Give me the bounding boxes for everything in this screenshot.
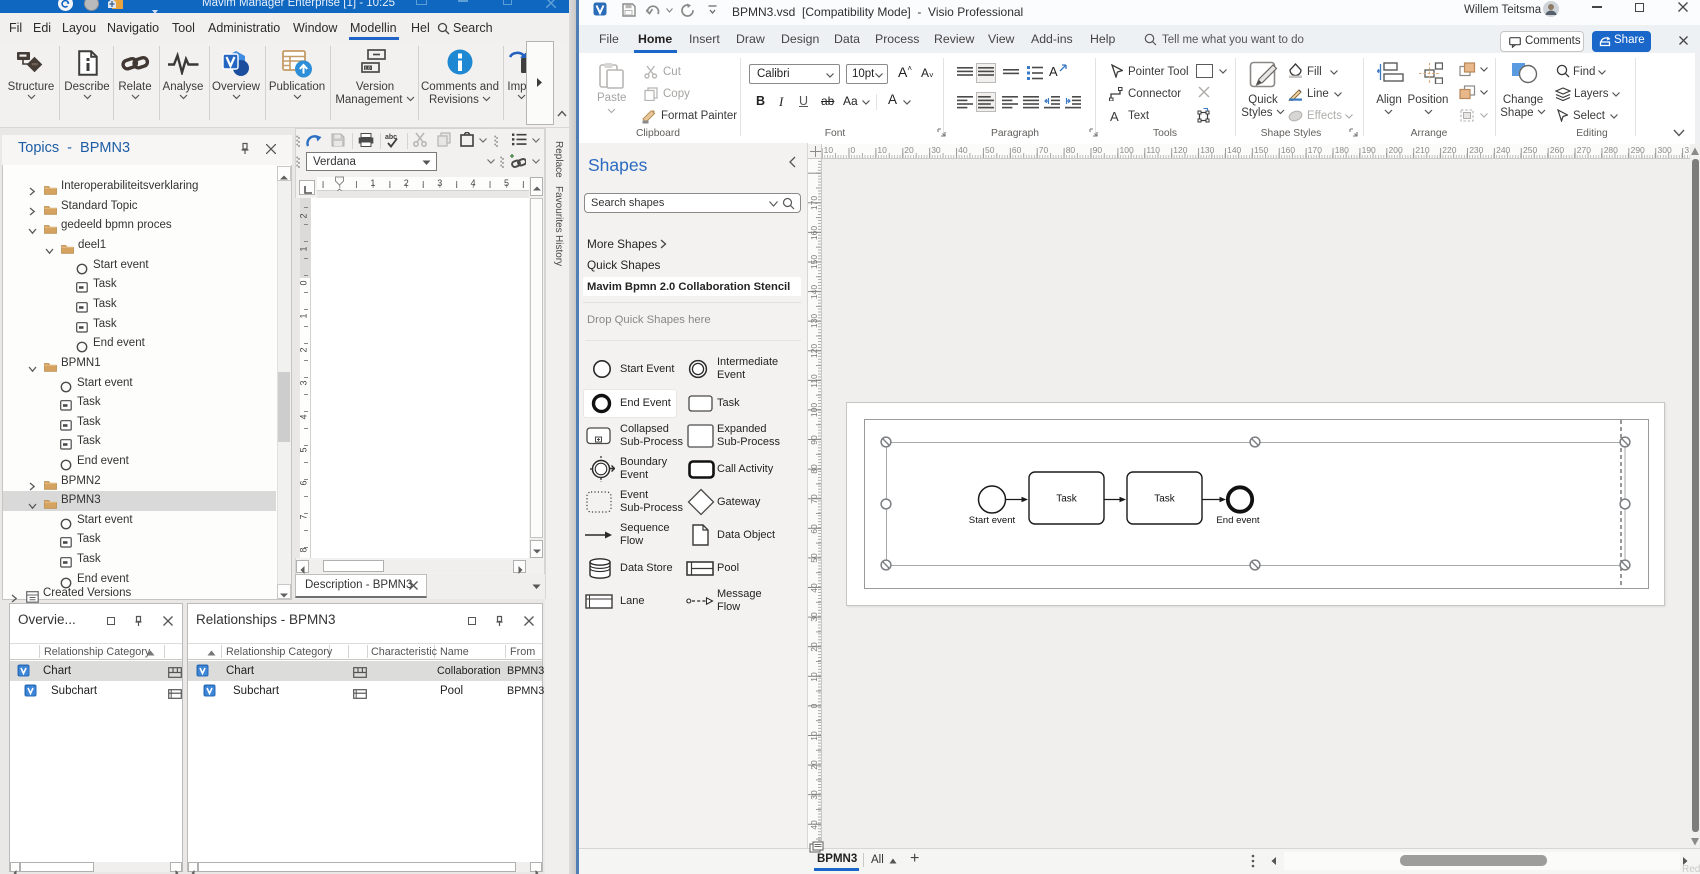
- svg-text:End event: End event: [1216, 515, 1260, 526]
- svg-text:Start event: Start event: [969, 515, 1016, 526]
- svg-text:1.0: 1.0: [365, 65, 371, 70]
- svg-text:Task: Task: [1154, 494, 1176, 505]
- svg-text:Task: Task: [1056, 494, 1078, 505]
